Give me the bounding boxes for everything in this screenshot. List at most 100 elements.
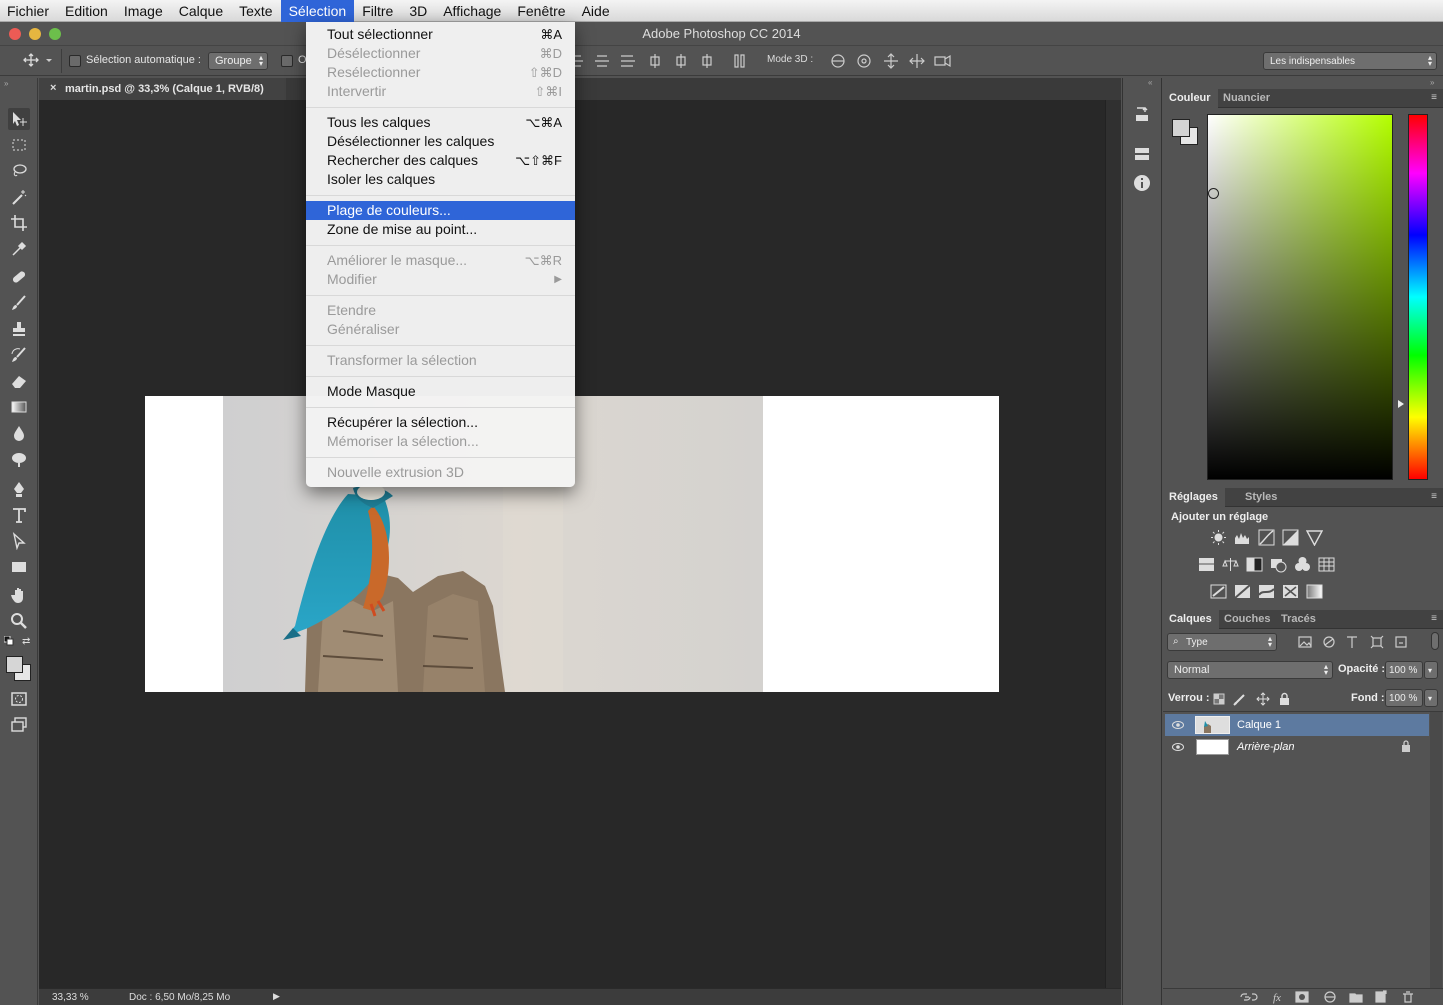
- menu-affichage[interactable]: Affichage: [435, 0, 509, 22]
- menu-item-find-layers[interactable]: Rechercher des calques ⌥⇧⌘F: [306, 151, 575, 170]
- layer-row[interactable]: Calque 1: [1165, 714, 1429, 736]
- invert-icon[interactable]: [1210, 583, 1227, 600]
- tab-couches[interactable]: Couches: [1217, 610, 1277, 629]
- expand-panels-icon[interactable]: «: [1148, 78, 1152, 87]
- marquee-tool-icon[interactable]: [8, 134, 30, 156]
- default-colors-icon[interactable]: [4, 636, 16, 646]
- tab-styles[interactable]: Styles: [1238, 488, 1284, 507]
- lasso-tool-icon[interactable]: [8, 160, 30, 182]
- screen-mode-icon[interactable]: [8, 714, 30, 736]
- tab-nuancier[interactable]: Nuancier: [1216, 89, 1277, 108]
- menu-item-save-selection[interactable]: Mémoriser la sélection...: [306, 432, 575, 451]
- close-tab-icon[interactable]: ×: [50, 82, 56, 94]
- visibility-eye-icon[interactable]: [1172, 719, 1184, 731]
- fill-slider-toggle-icon[interactable]: ▾: [1424, 689, 1438, 707]
- menu-item-isolate-layers[interactable]: Isoler les calques: [306, 170, 575, 189]
- color-picker-cursor[interactable]: [1208, 188, 1219, 199]
- document-tab[interactable]: × martin.psd @ 33,3% (Calque 1, RVB/8): [39, 78, 286, 100]
- menu-item-focus-area[interactable]: Zone de mise au point...: [306, 220, 575, 239]
- vibrance-icon[interactable]: [1306, 529, 1323, 546]
- menu-item-deselect-layers[interactable]: Désélectionner les calques: [306, 132, 575, 151]
- menu-item-load-selection[interactable]: Récupérer la sélection...: [306, 413, 575, 432]
- posterize-icon[interactable]: [1234, 583, 1251, 600]
- info-panel-icon[interactable]: [1133, 174, 1151, 192]
- menu-fichier[interactable]: Fichier: [0, 0, 57, 22]
- vertical-scrollbar[interactable]: [1105, 100, 1121, 988]
- menu-item-refine-mask[interactable]: Améliorer le masque... ⌥⌘R: [306, 251, 575, 270]
- rectangle-tool-icon[interactable]: [8, 556, 30, 578]
- menu-3d[interactable]: 3D: [401, 0, 435, 22]
- zoom-tool-icon[interactable]: [8, 610, 30, 632]
- properties-panel-icon[interactable]: [1133, 145, 1151, 163]
- hand-tool-icon[interactable]: [8, 584, 30, 606]
- color-lookup-icon[interactable]: [1318, 556, 1335, 573]
- hue-saturation-icon[interactable]: [1198, 556, 1215, 573]
- history-panel-icon[interactable]: [1133, 105, 1151, 123]
- menu-item-select-all[interactable]: Tout sélectionner ⌘A: [306, 25, 575, 44]
- eraser-tool-icon[interactable]: [8, 370, 30, 392]
- menu-item-color-range[interactable]: Plage de couleurs...: [306, 201, 575, 220]
- brightness-contrast-icon[interactable]: [1210, 529, 1227, 546]
- filter-toggle-switch[interactable]: [1431, 632, 1439, 650]
- saturation-brightness-field[interactable]: [1207, 114, 1393, 480]
- menu-edition[interactable]: Edition: [57, 0, 116, 22]
- path-selection-tool-icon[interactable]: [8, 530, 30, 552]
- dodge-tool-icon[interactable]: [8, 448, 30, 470]
- layer-row[interactable]: Arrière-plan: [1165, 736, 1429, 758]
- menu-item-grow[interactable]: Etendre: [306, 301, 575, 320]
- menu-item-quick-mask[interactable]: Mode Masque: [306, 382, 575, 401]
- threshold-icon[interactable]: [1258, 583, 1275, 600]
- status-menu-arrow-icon[interactable]: ▶: [273, 991, 280, 1002]
- type-tool-icon[interactable]: [8, 504, 30, 526]
- menu-item-deselect[interactable]: Désélectionner ⌘D: [306, 44, 575, 63]
- channel-mixer-icon[interactable]: [1294, 556, 1311, 573]
- menu-item-reselect[interactable]: Resélectionner ⇧⌘D: [306, 63, 575, 82]
- show-transform-checkbox[interactable]: [281, 55, 293, 67]
- quick-mask-icon[interactable]: [8, 688, 30, 710]
- panel-menu-icon[interactable]: ≡: [1431, 491, 1437, 502]
- panel-menu-icon[interactable]: ≡: [1431, 92, 1437, 103]
- tab-reglages[interactable]: Réglages: [1162, 488, 1225, 507]
- tab-couleur[interactable]: Couleur: [1162, 89, 1218, 108]
- layer-filter-icons[interactable]: [1297, 634, 1412, 650]
- gradient-tool-icon[interactable]: [8, 396, 30, 418]
- visibility-eye-icon[interactable]: [1172, 741, 1184, 753]
- exposure-icon[interactable]: [1282, 529, 1299, 546]
- color-balance-icon[interactable]: [1222, 556, 1239, 573]
- menu-fenetre[interactable]: Fenêtre: [509, 0, 573, 22]
- clone-stamp-tool-icon[interactable]: [8, 318, 30, 340]
- auto-select-dropdown[interactable]: Groupe ▴ ▾: [208, 52, 268, 70]
- eyedropper-tool-icon[interactable]: [8, 238, 30, 260]
- blur-tool-icon[interactable]: [8, 422, 30, 444]
- selective-color-icon[interactable]: [1282, 583, 1299, 600]
- menu-aide[interactable]: Aide: [574, 0, 618, 22]
- move-tool-preset-icon[interactable]: [22, 52, 52, 68]
- crop-tool-icon[interactable]: [8, 212, 30, 234]
- workspace-dropdown[interactable]: Les indispensables ▴ ▾: [1263, 52, 1437, 70]
- tab-traces[interactable]: Tracés: [1274, 610, 1323, 629]
- hue-slider[interactable]: [1408, 114, 1428, 480]
- zoom-level[interactable]: 33,33 %: [52, 992, 89, 1003]
- foreground-color-swatch[interactable]: [6, 656, 23, 673]
- menu-calque[interactable]: Calque: [171, 0, 231, 22]
- layers-footer-icons[interactable]: fx: [1240, 990, 1420, 1004]
- menu-item-modify[interactable]: Modifier ▶: [306, 270, 575, 289]
- blend-mode-dropdown[interactable]: Normal ▴ ▾: [1167, 661, 1333, 679]
- menu-texte[interactable]: Texte: [231, 0, 280, 22]
- menu-item-inverse[interactable]: Intervertir ⇧⌘I: [306, 82, 575, 101]
- menu-item-new-3d-extrusion[interactable]: Nouvelle extrusion 3D: [306, 463, 575, 482]
- pen-tool-icon[interactable]: [8, 478, 30, 500]
- lock-icons-group[interactable]: [1212, 691, 1294, 707]
- layer-filter-dropdown[interactable]: ⌕ Type ▴ ▾: [1167, 633, 1277, 651]
- curves-icon[interactable]: [1258, 529, 1275, 546]
- panel-menu-icon[interactable]: ≡: [1431, 613, 1437, 624]
- move-tool-icon[interactable]: [8, 108, 30, 130]
- hue-slider-handle[interactable]: [1398, 400, 1404, 408]
- black-white-icon[interactable]: [1246, 556, 1263, 573]
- swap-colors-icon[interactable]: ⇄: [22, 636, 30, 647]
- auto-select-checkbox[interactable]: [69, 55, 81, 67]
- menu-item-transform-selection[interactable]: Transformer la sélection: [306, 351, 575, 370]
- menu-item-all-layers[interactable]: Tous les calques ⌥⌘A: [306, 113, 575, 132]
- align-icons-group[interactable]: [575, 53, 745, 69]
- opacity-slider-toggle-icon[interactable]: ▾: [1424, 661, 1438, 679]
